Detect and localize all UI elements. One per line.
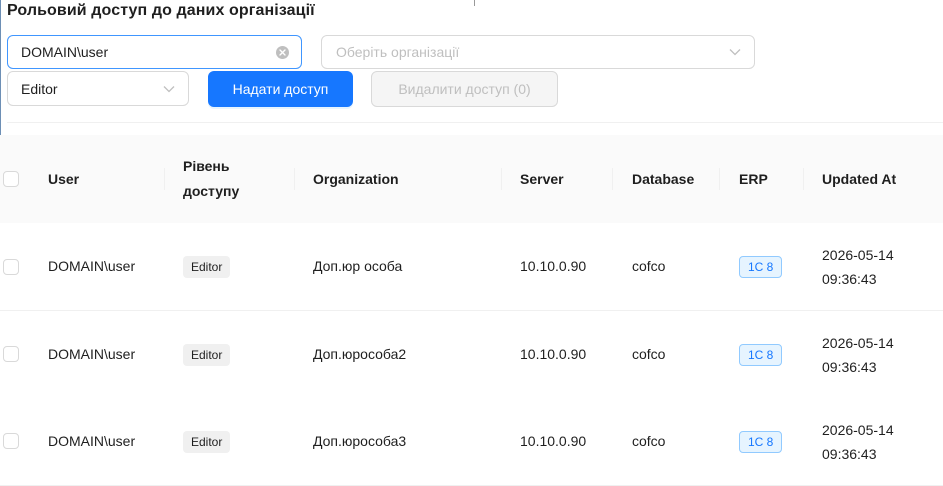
erp-tag: 1С 8: [739, 256, 783, 278]
row-checkbox[interactable]: [3, 346, 19, 362]
updated-date: 2026-05-14: [822, 422, 894, 438]
column-header-organization: Organization: [313, 171, 399, 187]
table-row[interactable]: DOMAIN\user Editor Доп.юрособа2 10.10.0.…: [0, 311, 943, 399]
column-divider: [501, 168, 502, 190]
cell-updated-at: 2026-05-14 09:36:43: [822, 418, 894, 466]
remove-access-button[interactable]: Видалити доступ (0): [371, 71, 558, 107]
table-row[interactable]: DOMAIN\user Editor Доп.юр особа 10.10.0.…: [0, 223, 943, 311]
cell-database: cofco: [632, 433, 666, 449]
column-divider: [803, 168, 804, 190]
role-select[interactable]: Editor: [7, 71, 189, 106]
column-divider: [612, 168, 613, 190]
row-checkbox[interactable]: [3, 259, 19, 275]
organization-select-placeholder: Оберіть організації: [336, 44, 460, 60]
cell-server: 10.10.0.90: [520, 346, 587, 362]
select-all-checkbox[interactable]: [3, 171, 19, 187]
user-search-field[interactable]: [7, 35, 302, 69]
page-title: Рольовий доступ до даних організації: [7, 2, 315, 19]
cell-organization: Доп.юрособа3: [313, 433, 407, 449]
cell-database: cofco: [632, 346, 666, 362]
cell-user: DOMAIN\user: [48, 433, 136, 449]
column-divider: [719, 168, 720, 190]
chevron-down-icon: [729, 49, 741, 56]
role-select-value: Editor: [21, 81, 58, 97]
erp-tag: 1С 8: [739, 431, 783, 453]
updated-date: 2026-05-14: [822, 247, 894, 263]
table-header: User Рівень доступу Organization Server …: [0, 135, 943, 224]
updated-time: 09:36:43: [822, 446, 877, 462]
column-header-erp: ERP: [739, 171, 768, 187]
cell-updated-at: 2026-05-14 09:36:43: [822, 331, 894, 379]
cell-user: DOMAIN\user: [48, 258, 136, 274]
column-header-server: Server: [520, 171, 564, 187]
updated-time: 09:36:43: [822, 359, 877, 375]
table-row[interactable]: DOMAIN\user Editor Доп.юрособа3 10.10.0.…: [0, 398, 943, 486]
level-tag: Editor: [183, 256, 231, 278]
cell-user: DOMAIN\user: [48, 346, 136, 362]
organization-select[interactable]: Оберіть організації: [321, 35, 755, 69]
erp-tag: 1С 8: [739, 344, 783, 366]
level-tag: Editor: [183, 431, 231, 453]
cell-updated-at: 2026-05-14 09:36:43: [822, 243, 894, 291]
updated-time: 09:36:43: [822, 271, 877, 287]
divider: [7, 122, 943, 123]
updated-date: 2026-05-14: [822, 335, 894, 351]
row-checkbox[interactable]: [3, 433, 19, 449]
cell-server: 10.10.0.90: [520, 258, 587, 274]
close-circle-icon[interactable]: [276, 46, 289, 59]
cell-server: 10.10.0.90: [520, 433, 587, 449]
level-tag: Editor: [183, 344, 231, 366]
column-header-level-line1: Рівень: [183, 158, 230, 174]
user-input[interactable]: [21, 36, 271, 68]
column-header-database: Database: [632, 171, 695, 187]
cell-organization: Доп.юр особа: [313, 258, 403, 274]
column-header-user: User: [48, 171, 80, 187]
top-tick: [474, 0, 475, 6]
cell-organization: Доп.юрособа2: [313, 346, 407, 362]
column-divider: [164, 168, 165, 190]
cell-database: cofco: [632, 258, 666, 274]
column-header-updated-at: Updated At: [822, 171, 897, 187]
grant-access-button[interactable]: Надати доступ: [208, 71, 353, 107]
column-header-level-line2: доступу: [183, 183, 240, 199]
column-divider: [294, 168, 295, 190]
chevron-down-icon: [163, 86, 175, 93]
